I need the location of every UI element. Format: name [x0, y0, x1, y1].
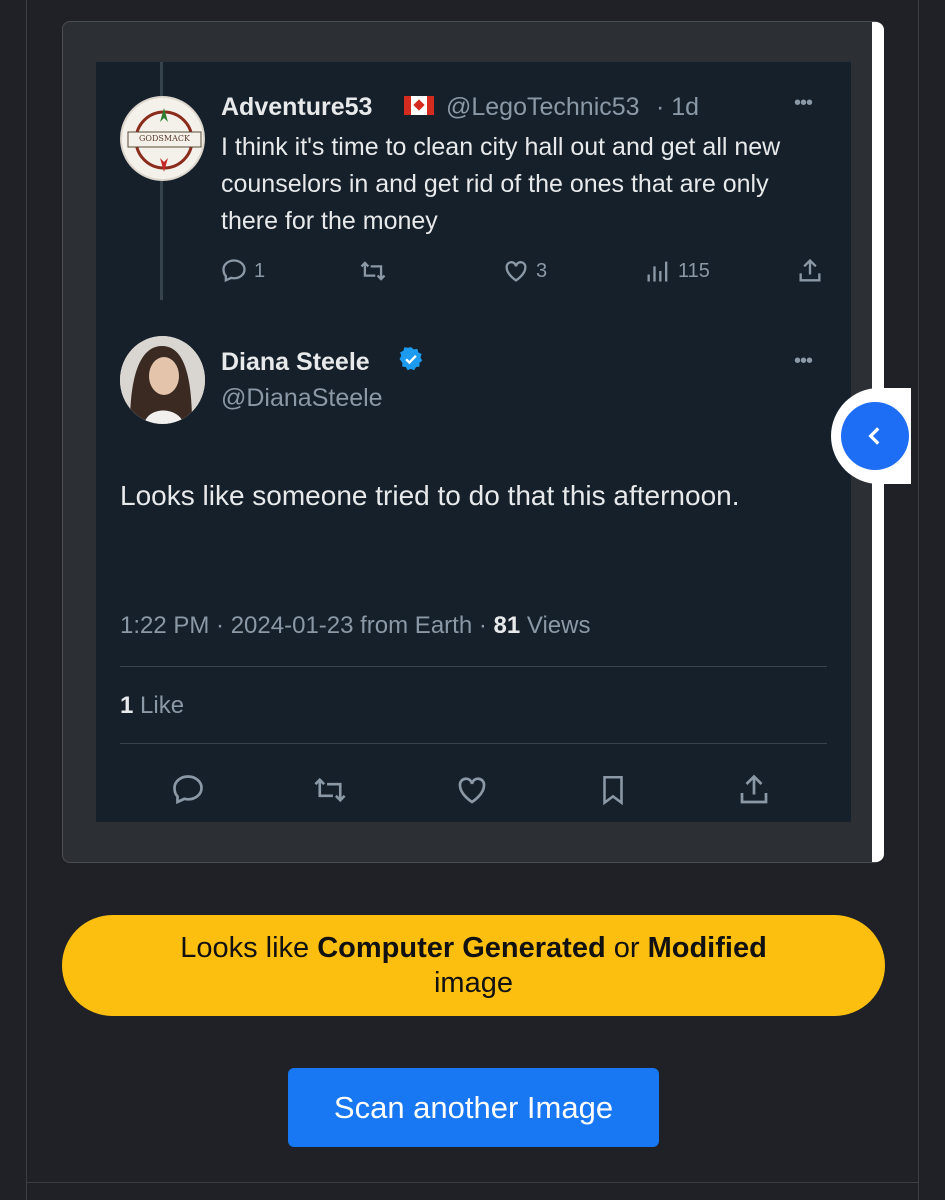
reply-author-handle[interactable]: @LegoTechnic53 [446, 93, 640, 122]
tweet-meta: 1:22 PM · 2024-01-23 from Earth · 81 Vie… [120, 612, 590, 640]
retweet-icon [360, 261, 386, 281]
divider [120, 666, 827, 667]
result-prefix: Looks like [180, 931, 310, 964]
like-button[interactable] [454, 772, 490, 808]
likes-label: Like [140, 692, 185, 719]
tweet-timestamp[interactable]: 1:22 PM · 2024-01-23 from Earth · [120, 612, 487, 639]
reply-button[interactable] [170, 772, 206, 808]
retweet-icon [314, 777, 346, 803]
like-icon [505, 261, 527, 282]
share-icon [799, 258, 821, 282]
views-action[interactable]: 115 [644, 257, 710, 285]
bookmark-button[interactable] [596, 772, 630, 808]
result-connector: or [613, 931, 640, 964]
like-action[interactable]: 3 [502, 257, 547, 285]
diana-steele-avatar [120, 336, 205, 424]
like-icon [458, 777, 486, 804]
frame-right-border [918, 0, 919, 1200]
more-icon[interactable]: ••• [794, 350, 813, 373]
views-label: Views [526, 612, 591, 639]
divider [120, 743, 827, 744]
like-count: 3 [536, 259, 548, 282]
scan-another-image-button[interactable]: Scan another Image [288, 1068, 659, 1147]
retweet-action[interactable] [358, 257, 388, 285]
frame-bottom-border [26, 1182, 919, 1183]
reply-icon [173, 775, 203, 805]
reply-action[interactable]: 1 [220, 257, 265, 285]
uploaded-screenshot: GODSMACK Adventure53 @LegoTechnic53 · 1d… [96, 62, 851, 822]
author-name[interactable]: Diana Steele [221, 348, 370, 377]
share-button[interactable] [736, 772, 772, 808]
retweet-button[interactable] [311, 772, 349, 808]
tweet-text: Looks like someone tried to do that this… [120, 480, 740, 511]
frame-left-border [26, 0, 27, 1200]
reply-count: 1 [254, 259, 266, 282]
reply-icon [222, 259, 246, 283]
canada-flag-icon [404, 96, 434, 115]
result-text: Looks like Computer Generated or Modifie… [180, 931, 767, 1001]
adventure53-avatar: GODSMACK [120, 96, 205, 181]
result-banner: Looks like Computer Generated or Modifie… [62, 915, 885, 1016]
result-label-generated: Computer Generated [317, 931, 606, 964]
verified-icon [399, 347, 423, 371]
share-icon [740, 774, 768, 804]
likes-summary[interactable]: 1 Like [120, 692, 184, 720]
share-action[interactable] [796, 257, 824, 285]
view-count: 115 [678, 259, 710, 282]
like-count: 1 [120, 692, 134, 719]
bookmark-icon [603, 775, 623, 806]
views-icon [647, 261, 668, 282]
result-suffix: image [433, 966, 513, 999]
reply-author-name[interactable]: Adventure53 [221, 93, 372, 122]
avatar-logo-text: GODSMACK [139, 134, 190, 143]
reply-text: I think it's time to clean city hall out… [221, 133, 781, 235]
more-icon[interactable]: ••• [794, 92, 813, 115]
author-handle[interactable]: @DianaSteele [221, 384, 383, 413]
collapse-button[interactable] [841, 402, 909, 470]
reply-age: · 1d [656, 93, 700, 121]
view-count: 81 [493, 612, 521, 639]
chevron-left-icon [868, 427, 880, 445]
result-label-modified: Modified [647, 931, 767, 964]
